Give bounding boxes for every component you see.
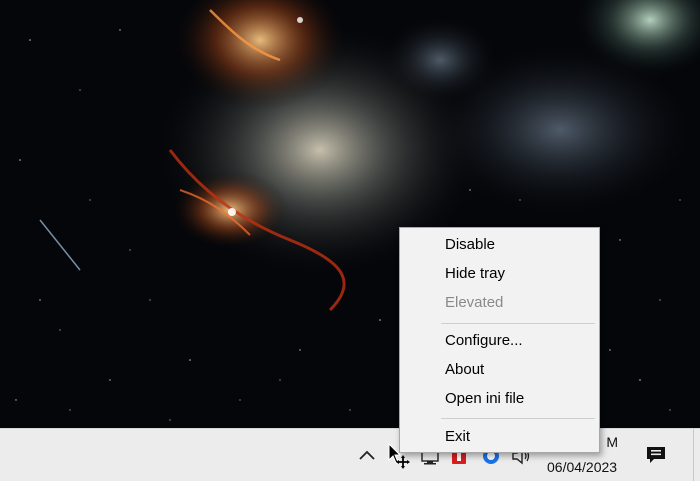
menu-item-exit[interactable]: Exit [400, 423, 599, 451]
action-center-button[interactable] [640, 441, 672, 469]
menu-item-disable[interactable]: Disable [400, 231, 599, 259]
show-desktop-edge[interactable] [693, 429, 694, 481]
menu-separator [441, 323, 595, 324]
menu-item-open-ini-file[interactable]: Open ini file [400, 385, 599, 413]
menu-item-elevated: Elevated [445, 294, 504, 311]
menu-item-about[interactable]: About [400, 356, 599, 384]
action-center-icon [647, 447, 665, 463]
menu-item-configure[interactable]: Configure... [400, 327, 599, 355]
clock-date: 06/04/2023 [547, 459, 618, 475]
move-cursor-icon [388, 442, 410, 469]
chevron-up-icon [359, 450, 375, 460]
menu-item-hide-tray[interactable]: Hide tray [400, 260, 599, 288]
menu-separator [441, 418, 595, 419]
tray-context-menu: Disable Hide tray Elevated Configure... … [399, 227, 600, 453]
show-hidden-icons-button[interactable] [354, 441, 380, 469]
mouse-cursor [388, 442, 410, 469]
clock-time: M [606, 434, 618, 450]
